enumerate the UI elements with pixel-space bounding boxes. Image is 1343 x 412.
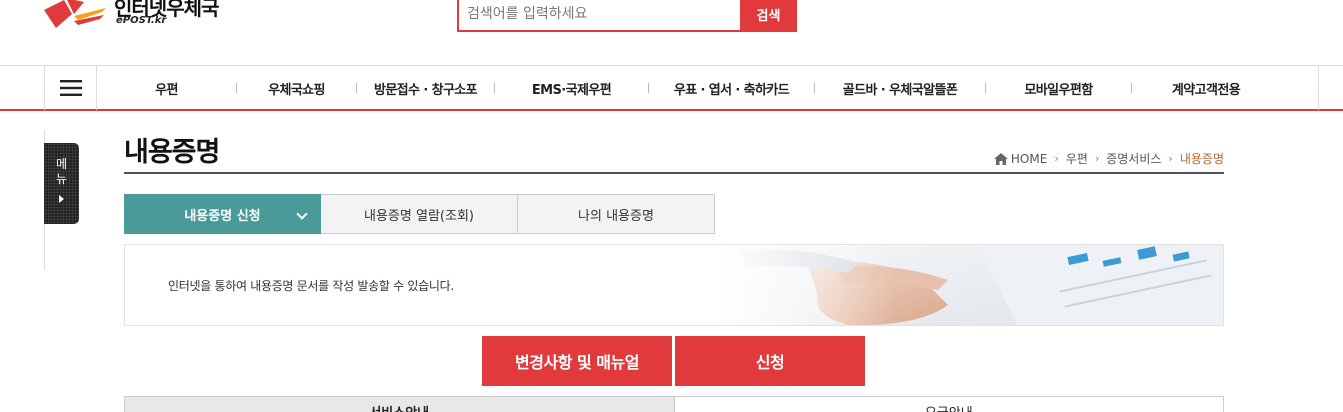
- side-menu-label: 메뉴: [55, 157, 68, 186]
- chevron-down-icon: [296, 208, 308, 220]
- chevron-right-icon: ›: [1168, 152, 1173, 165]
- search-input[interactable]: [459, 0, 741, 30]
- title-divider: [124, 172, 1224, 174]
- gnb-items: 우편 우체국쇼핑 방문접수 · 창구소포 EMS·국제우편 우표 · 엽서 · …: [97, 66, 1280, 110]
- hamburger-icon: [59, 80, 82, 96]
- gnb-item-shopping[interactable]: 우체국쇼핑: [237, 79, 356, 98]
- gnb-item-mail[interactable]: 우편: [97, 79, 236, 98]
- breadcrumb-home[interactable]: HOME: [1011, 152, 1047, 166]
- tab-apply[interactable]: 내용증명 신청: [124, 194, 321, 234]
- arrow-right-icon: [59, 195, 64, 203]
- info-banner: 인터넷을 통하여 내용증명 문서를 작성 발송할 수 있습니다.: [124, 244, 1224, 326]
- home-icon: [993, 152, 1008, 165]
- gnb-item-goldbar[interactable]: 골드바 · 우체국알뜰폰: [815, 79, 985, 98]
- gnb-item-parcel[interactable]: 방문접수 · 창구소포: [357, 79, 494, 98]
- gnb-item-mobile-mailbox[interactable]: 모바일우편함: [986, 79, 1131, 98]
- tab-fee-info[interactable]: 요금안내: [674, 396, 1224, 412]
- tab-service-info[interactable]: 서비스안내: [124, 396, 675, 412]
- content-tabs: 내용증명 신청 내용증명 열람(조회) 나의 내용증명: [124, 194, 715, 234]
- breadcrumb-certification[interactable]: 증명서비스: [1106, 150, 1161, 167]
- logo-sub: ePOST.kr: [116, 15, 167, 26]
- apply-button[interactable]: 신청: [675, 336, 865, 386]
- gnb-item-ems[interactable]: EMS·국제우편: [495, 79, 648, 98]
- epost-logo[interactable]: 인터넷우체국 ePOST.kr: [44, 0, 234, 34]
- chevron-right-icon: ›: [1094, 152, 1100, 165]
- breadcrumb: HOME › 우편 › 증명서비스 › 내용증명: [993, 150, 1224, 167]
- breadcrumb-mail[interactable]: 우편: [1066, 150, 1088, 167]
- banner-illustration: [718, 245, 1223, 325]
- tab-view[interactable]: 내용증명 열람(조회): [321, 194, 518, 234]
- gnb-item-contract[interactable]: 계약고객전용: [1132, 79, 1280, 98]
- tab-view-label: 내용증명 열람(조회): [364, 208, 474, 224]
- gnb-right-border: [1318, 66, 1319, 110]
- banner-description: 인터넷을 통하여 내용증명 문서를 작성 발송할 수 있습니다.: [168, 279, 454, 293]
- menu-button[interactable]: [44, 66, 97, 110]
- global-nav: 우편 우체국쇼핑 방문접수 · 창구소포 EMS·국제우편 우표 · 엽서 · …: [0, 65, 1343, 111]
- chevron-right-icon: ›: [1054, 152, 1059, 165]
- bottom-tabs: 서비스안내 요금안내: [124, 396, 1224, 412]
- manual-button[interactable]: 변경사항 및 매뉴얼: [482, 336, 672, 386]
- search-button[interactable]: 검색: [740, 0, 797, 32]
- tab-apply-label: 내용증명 신청: [184, 208, 261, 224]
- breadcrumb-current: 내용증명: [1179, 152, 1224, 166]
- side-menu-tab[interactable]: 메뉴: [44, 143, 79, 224]
- tab-my-certifications[interactable]: 나의 내용증명: [518, 194, 715, 234]
- tab-my-label: 나의 내용증명: [578, 208, 654, 224]
- page-title: 내용증명: [124, 137, 220, 168]
- logo-mark-icon: [44, 0, 106, 28]
- gnb-item-stamps[interactable]: 우표 · 엽서 · 축하카드: [649, 79, 814, 98]
